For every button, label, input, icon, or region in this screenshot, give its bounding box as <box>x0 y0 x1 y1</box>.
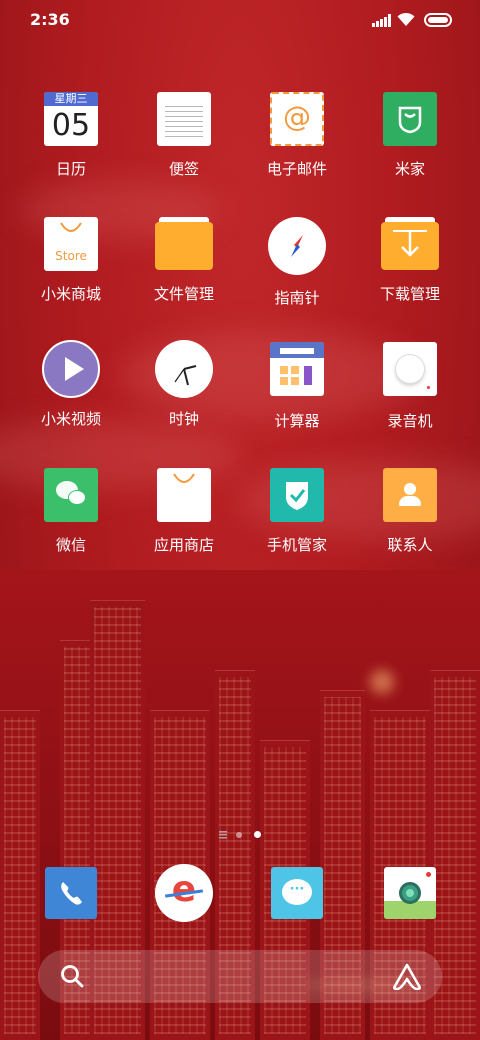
app-store-icon <box>157 468 211 522</box>
app-security[interactable]: 手机管家 <box>242 468 352 555</box>
app-contacts[interactable]: 联系人 <box>355 468 465 555</box>
app-label: 手机管家 <box>266 536 327 554</box>
app-notes[interactable]: 便签 <box>129 92 239 179</box>
status-time: 2:36 <box>30 10 70 29</box>
app-label: 便签 <box>168 160 199 178</box>
app-label: 小米视频 <box>40 410 101 428</box>
search-bar[interactable] <box>38 950 442 1003</box>
email-glyph: @ <box>283 100 311 133</box>
app-label: 日历 <box>55 160 86 178</box>
calendar-icon: 星期三 05 <box>44 92 98 146</box>
app-label: 文件管理 <box>153 285 214 303</box>
compass-icon <box>268 217 326 275</box>
calculator-icon <box>270 342 324 396</box>
assistant-icon[interactable] <box>392 962 422 990</box>
app-label: 录音机 <box>387 412 433 430</box>
page-dot-active[interactable] <box>254 831 261 838</box>
email-icon: @ <box>270 92 324 146</box>
app-label: 下载管理 <box>379 285 440 303</box>
wifi-icon <box>397 12 415 26</box>
app-label: 小米商城 <box>40 285 101 303</box>
app-downloads[interactable]: 下载管理 <box>355 217 465 304</box>
app-file-manager[interactable]: 文件管理 <box>129 217 239 304</box>
recorder-icon <box>383 342 437 396</box>
messages-glyph: ··· <box>289 882 305 897</box>
app-label: 应用商店 <box>153 536 214 554</box>
page-indicator[interactable] <box>0 830 480 842</box>
app-calculator[interactable]: 计算器 <box>242 342 352 431</box>
dock-messages[interactable]: ··· <box>242 867 352 919</box>
app-email[interactable]: @ 电子邮件 <box>242 92 352 179</box>
page-indicator-menu-icon[interactable] <box>219 831 227 839</box>
app-label: 微信 <box>55 536 86 554</box>
video-icon <box>42 340 100 398</box>
app-label: 指南针 <box>274 289 320 307</box>
dock-camera[interactable] <box>355 867 465 919</box>
file-manager-icon <box>155 217 213 271</box>
wechat-icon <box>44 468 98 522</box>
app-mi-store[interactable]: Store 小米商城 <box>16 217 126 304</box>
security-icon <box>270 468 324 522</box>
status-bar: 2:36 <box>0 0 480 40</box>
app-label: 联系人 <box>387 536 433 554</box>
app-clock[interactable]: 时钟 <box>129 340 239 429</box>
camera-icon <box>384 867 436 919</box>
downloads-icon <box>381 217 439 271</box>
mi-store-icon: Store <box>44 217 98 271</box>
clock-icon <box>155 340 213 398</box>
mijia-icon <box>383 92 437 146</box>
app-label: 电子邮件 <box>266 160 327 178</box>
app-recorder[interactable]: 录音机 <box>355 342 465 431</box>
app-label: 时钟 <box>168 410 199 428</box>
messages-icon: ··· <box>271 867 323 919</box>
phone-icon <box>45 867 97 919</box>
contacts-icon <box>383 468 437 522</box>
app-label: 米家 <box>394 160 425 178</box>
app-compass[interactable]: 指南针 <box>242 217 352 308</box>
app-app-store[interactable]: 应用商店 <box>129 468 239 555</box>
calendar-weekday: 星期三 <box>44 92 98 106</box>
dock-browser[interactable]: e <box>129 864 239 922</box>
notes-icon <box>157 92 211 146</box>
calendar-day: 05 <box>51 108 91 143</box>
app-calendar[interactable]: 星期三 05 日历 <box>16 92 126 179</box>
browser-glyph: e <box>171 869 197 910</box>
battery-icon <box>424 13 452 27</box>
app-mijia[interactable]: 米家 <box>355 92 465 179</box>
app-wechat[interactable]: 微信 <box>16 468 126 555</box>
search-icon <box>61 965 84 988</box>
page-dot[interactable] <box>236 832 242 838</box>
store-caption: Store <box>55 249 87 263</box>
browser-icon: e <box>155 864 213 922</box>
app-video[interactable]: 小米视频 <box>16 340 126 429</box>
app-label: 计算器 <box>274 412 320 430</box>
dock-phone[interactable] <box>16 867 126 919</box>
signal-icon <box>372 14 392 27</box>
